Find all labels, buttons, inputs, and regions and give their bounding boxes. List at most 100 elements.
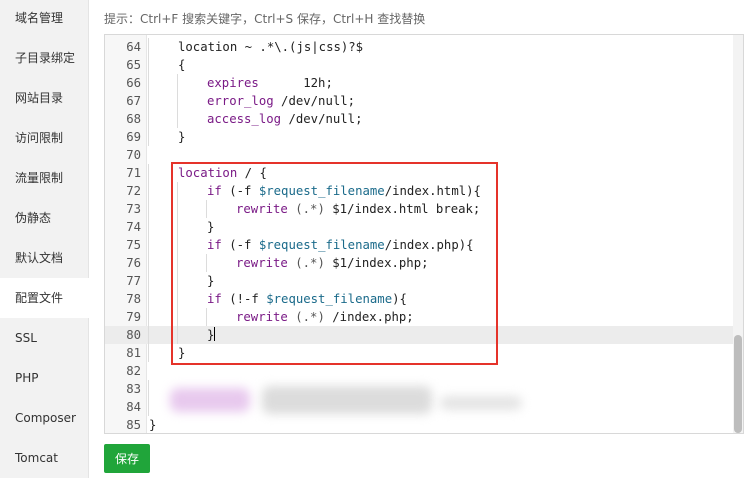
sidebar-item-8[interactable]: SSL bbox=[0, 318, 89, 358]
sidebar-item-0[interactable]: 域名管理 bbox=[0, 0, 89, 38]
code-text: location ~ .*\.(js|css)?$ bbox=[178, 40, 364, 54]
indent-guide bbox=[177, 200, 178, 218]
code-line[interactable]: 84 bbox=[105, 398, 735, 416]
scrollbar-thumb[interactable] bbox=[734, 335, 742, 433]
code-line[interactable]: 74} bbox=[105, 218, 735, 236]
sidebar-item-6[interactable]: 默认文档 bbox=[0, 238, 89, 278]
indent-guide bbox=[148, 200, 149, 218]
sidebar-item-2[interactable]: 网站目录 bbox=[0, 78, 89, 118]
line-number: 70 bbox=[126, 148, 141, 162]
line-number: 66 bbox=[126, 76, 141, 90]
sidebar-item-3[interactable]: 访问限制 bbox=[0, 118, 89, 158]
code-line[interactable]: 64 location ~ .*\.(js|css)?$ bbox=[105, 38, 735, 56]
sidebar-item-1[interactable]: 子目录绑定 bbox=[0, 38, 89, 78]
indent-guide bbox=[148, 164, 149, 182]
indent-guide bbox=[206, 254, 207, 272]
line-number: 78 bbox=[126, 292, 141, 306]
config-code-editor[interactable]: 64 location ~ .*\.(js|css)?$ 65 {66 expires … bbox=[104, 34, 744, 434]
code-line[interactable]: 65 { bbox=[105, 56, 735, 74]
indent-guide bbox=[148, 56, 149, 74]
line-number: 76 bbox=[126, 256, 141, 270]
code-line[interactable]: 72 if (-f $request_filename/index.html){ bbox=[105, 182, 735, 200]
line-number: 65 bbox=[126, 58, 141, 72]
indent-guide bbox=[206, 200, 207, 218]
sidebar-item-10[interactable]: Composer bbox=[0, 398, 89, 438]
code-text: } bbox=[178, 130, 186, 144]
indent-guide bbox=[177, 92, 178, 110]
code-text: rewrite (.*) $1/index.php; bbox=[236, 256, 429, 270]
code-line[interactable]: 76 rewrite (.*) $1/index.php; bbox=[105, 254, 735, 272]
code-line[interactable]: 81} bbox=[105, 344, 735, 362]
line-number: 73 bbox=[126, 202, 141, 216]
indent-guide bbox=[177, 290, 178, 308]
line-number: 77 bbox=[126, 274, 141, 288]
code-text: if (-f $request_filename/index.php){ bbox=[207, 238, 474, 252]
line-number: 81 bbox=[126, 346, 141, 360]
indent-guide bbox=[148, 236, 149, 254]
line-number: 64 bbox=[126, 40, 141, 54]
indent-guide bbox=[148, 128, 149, 146]
indent-guide bbox=[148, 308, 149, 326]
code-line[interactable]: 80} bbox=[105, 326, 735, 344]
code-line[interactable]: 79 rewrite (.*) /index.php; bbox=[105, 308, 735, 326]
code-line[interactable]: 83 bbox=[105, 380, 735, 398]
indent-guide bbox=[177, 218, 178, 236]
code-text: { bbox=[178, 58, 186, 72]
code-text: } bbox=[178, 346, 186, 360]
line-number: 85 bbox=[126, 418, 141, 432]
code-line[interactable]: 71 location / { bbox=[105, 164, 735, 182]
indent-guide bbox=[148, 218, 149, 236]
indent-guide bbox=[148, 74, 149, 92]
indent-guide bbox=[148, 326, 149, 344]
sidebar-item-9[interactable]: PHP bbox=[0, 358, 89, 398]
code-text: expires 12h; bbox=[207, 76, 333, 90]
sidebar-item-7[interactable]: 配置文件 bbox=[0, 278, 90, 318]
line-number: 79 bbox=[126, 310, 141, 324]
indent-guide bbox=[148, 38, 149, 56]
line-number: 68 bbox=[126, 112, 141, 126]
indent-guide bbox=[148, 344, 149, 362]
code-line[interactable]: 73 rewrite (.*) $1/index.html break; bbox=[105, 200, 735, 218]
editor-scrollbar[interactable] bbox=[733, 35, 743, 433]
line-number: 69 bbox=[126, 130, 141, 144]
indent-guide bbox=[177, 182, 178, 200]
save-button[interactable]: 保存 bbox=[104, 444, 150, 473]
indent-guide bbox=[148, 380, 149, 398]
indent-guide bbox=[177, 236, 178, 254]
sidebar-item-11[interactable]: Tomcat bbox=[0, 438, 89, 478]
code-line[interactable]: 77} bbox=[105, 272, 735, 290]
code-line[interactable]: 78 if (!-f $request_filename){ bbox=[105, 290, 735, 308]
code-text: if (!-f $request_filename){ bbox=[207, 292, 407, 306]
code-line[interactable]: 68 access_log /dev/null; bbox=[105, 110, 735, 128]
sidebar-item-4[interactable]: 流量限制 bbox=[0, 158, 89, 198]
indent-guide bbox=[177, 110, 178, 128]
code-area[interactable]: 64 location ~ .*\.(js|css)?$ 65 {66 expires … bbox=[105, 35, 735, 433]
line-number: 74 bbox=[126, 220, 141, 234]
line-number: 67 bbox=[126, 94, 141, 108]
code-text: rewrite (.*) $1/index.html break; bbox=[236, 202, 481, 216]
code-line[interactable]: 67 error_log /dev/null; bbox=[105, 92, 735, 110]
line-number: 83 bbox=[126, 382, 141, 396]
line-number: 72 bbox=[126, 184, 141, 198]
sidebar-item-5[interactable]: 伪静态 bbox=[0, 198, 89, 238]
code-line[interactable]: 70 bbox=[105, 146, 735, 164]
editor-hint: 提示：Ctrl+F 搜索关键字，Ctrl+S 保存，Ctrl+H 查找替换 bbox=[104, 12, 426, 26]
indent-guide bbox=[148, 110, 149, 128]
code-line[interactable]: 75 if (-f $request_filename/index.php){ bbox=[105, 236, 735, 254]
code-text: rewrite (.*) /index.php; bbox=[236, 310, 414, 324]
indent-guide bbox=[148, 398, 149, 416]
code-text: error_log /dev/null; bbox=[207, 94, 356, 108]
line-number: 82 bbox=[126, 364, 141, 378]
code-line[interactable]: 69} bbox=[105, 128, 735, 146]
indent-guide bbox=[177, 74, 178, 92]
code-line[interactable]: 82 bbox=[105, 362, 735, 380]
settings-sidebar: 域名管理 子目录绑定 网站目录 访问限制 流量限制 伪静态 默认文档 配置文件 SSL PHP Co… bbox=[0, 0, 90, 478]
code-text: } bbox=[207, 274, 215, 288]
indent-guide bbox=[148, 290, 149, 308]
code-line[interactable]: 85} bbox=[105, 416, 735, 433]
indent-guide bbox=[148, 92, 149, 110]
indent-guide bbox=[148, 254, 149, 272]
code-line[interactable]: 66 expires 12h; bbox=[105, 74, 735, 92]
line-number: 75 bbox=[126, 238, 141, 252]
line-number: 80 bbox=[126, 328, 141, 342]
